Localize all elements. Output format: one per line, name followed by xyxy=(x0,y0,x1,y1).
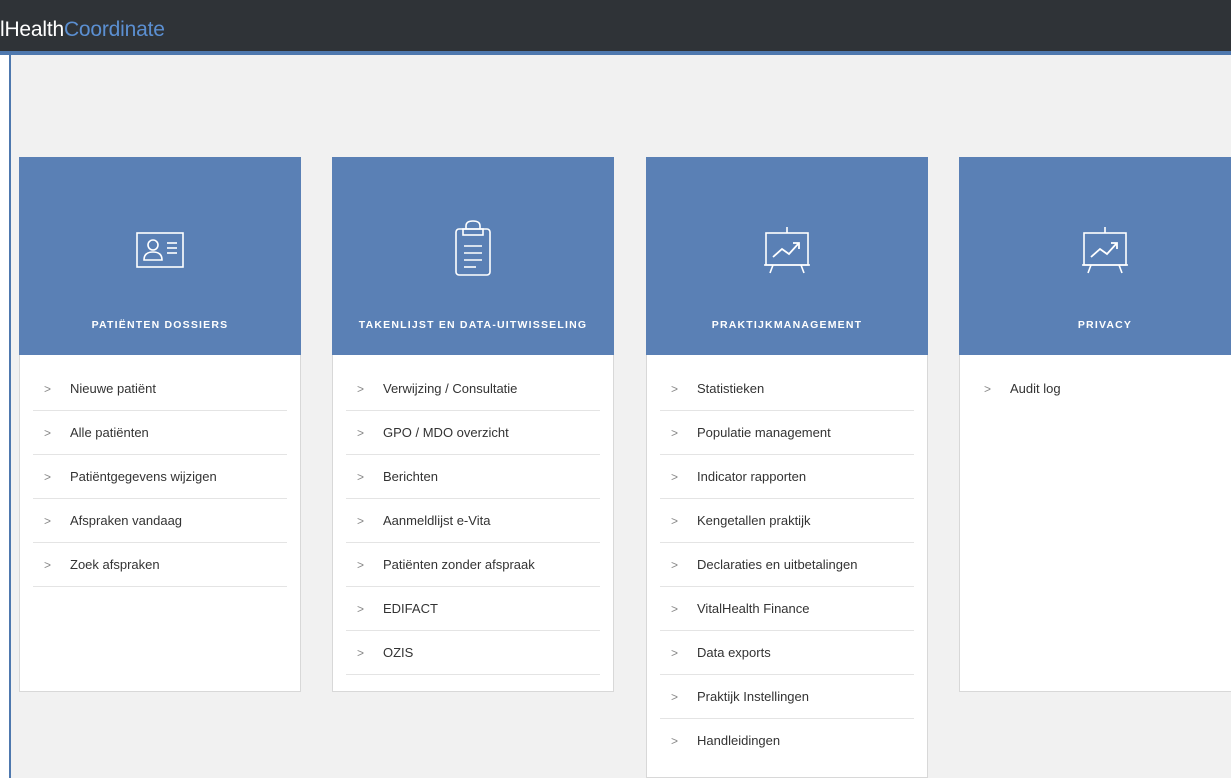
menu-item[interactable]: > OZIS xyxy=(346,631,600,675)
menu-list: > Verwijzing / Consultatie > GPO / MDO ove… xyxy=(333,355,613,675)
menu-item[interactable]: > EDIFACT xyxy=(346,587,600,631)
card-title: PRAKTIJKMANAGEMENT xyxy=(711,319,863,331)
menu-item-label: Alle patiënten xyxy=(70,425,149,440)
chevron-right-icon: > xyxy=(671,558,679,572)
menu-item-label: Declaraties en uitbetalingen xyxy=(697,557,858,572)
menu-item[interactable]: > Data exports xyxy=(660,631,914,675)
card-privacy: PRIVACY > Audit log xyxy=(959,157,1231,692)
menu-item-label: Aanmeldlijst e-Vita xyxy=(383,513,491,528)
card-header[interactable]: PRIVACY xyxy=(959,157,1231,355)
menu-item-label: Verwijzing / Consultatie xyxy=(383,381,518,396)
chevron-right-icon: > xyxy=(44,514,52,528)
menu-item-label: Kengetallen praktijk xyxy=(697,513,811,528)
menu-item-label: Patiënten zonder afspraak xyxy=(383,557,535,572)
menu-item-label: VitalHealth Finance xyxy=(697,601,810,616)
menu-list: > Audit log xyxy=(960,355,1231,410)
clipboard-icon xyxy=(455,220,491,276)
card-header[interactable]: PATIËNTEN DOSSIERS xyxy=(19,157,301,355)
card-title: TAKENLIJST EN DATA-UITWISSELING xyxy=(358,319,588,331)
menu-item-label: Praktijk Instellingen xyxy=(697,689,809,704)
menu-item[interactable]: > Declaraties en uitbetalingen xyxy=(660,543,914,587)
menu-item[interactable]: > Indicator rapporten xyxy=(660,455,914,499)
card-patienten-dossiers: PATIËNTEN DOSSIERS > Nieuwe patiënt > Alle… xyxy=(19,157,301,692)
menu-item-label: Patiëntgegevens wijzigen xyxy=(70,469,217,484)
menu-item[interactable]: > Alle patiënten xyxy=(33,411,287,455)
menu-item[interactable]: > Handleidingen xyxy=(660,719,914,762)
patient-id-card-icon xyxy=(136,232,184,268)
chevron-right-icon: > xyxy=(357,602,365,616)
chevron-right-icon: > xyxy=(44,426,52,440)
chevron-right-icon: > xyxy=(671,470,679,484)
menu-item-label: Statistieken xyxy=(697,381,765,396)
menu-item-label: Audit log xyxy=(1010,381,1061,396)
chevron-right-icon: > xyxy=(44,470,52,484)
menu-item[interactable]: > GPO / MDO overzicht xyxy=(346,411,600,455)
card-header[interactable]: TAKENLIJST EN DATA-UITWISSELING xyxy=(332,157,614,355)
card-praktijkmanagement: PRAKTIJKMANAGEMENT > Statistieken > Popula… xyxy=(646,157,928,778)
top-bar: lHealthCoordinate xyxy=(0,0,1231,55)
brand-name-part1: lHealth xyxy=(0,18,64,41)
menu-list: > Nieuwe patiënt > Alle patiënten > Patiënt… xyxy=(20,355,300,587)
menu-item[interactable]: > Patiënten zonder afspraak xyxy=(346,543,600,587)
chevron-right-icon: > xyxy=(671,690,679,704)
chevron-right-icon: > xyxy=(671,514,679,528)
menu-item-label: GPO / MDO overzicht xyxy=(383,425,509,440)
card-title: PATIËNTEN DOSSIERS xyxy=(91,319,229,331)
menu-item-label: Populatie management xyxy=(697,425,831,440)
chevron-right-icon: > xyxy=(44,382,52,396)
menu-item[interactable]: > Verwijzing / Consultatie xyxy=(346,367,600,411)
menu-item[interactable]: > Patiëntgegevens wijzigen xyxy=(33,455,287,499)
chevron-right-icon: > xyxy=(44,558,52,572)
chevron-right-icon: > xyxy=(357,382,365,396)
chevron-right-icon: > xyxy=(357,470,365,484)
menu-item-label: Afspraken vandaag xyxy=(70,513,183,528)
chevron-right-icon: > xyxy=(984,382,992,396)
frame-border xyxy=(9,55,11,778)
menu-item[interactable]: > Berichten xyxy=(346,455,600,499)
menu-item[interactable]: > Nieuwe patiënt xyxy=(33,367,287,411)
chevron-right-icon: > xyxy=(671,602,679,616)
menu-item[interactable]: > Afspraken vandaag xyxy=(33,499,287,543)
menu-item[interactable]: > Kengetallen praktijk xyxy=(660,499,914,543)
brand-name-part2: Coordinate xyxy=(63,18,165,41)
menu-item-label: Berichten xyxy=(383,469,438,484)
chevron-right-icon: > xyxy=(357,514,365,528)
menu-item[interactable]: > Praktijk Instellingen xyxy=(660,675,914,719)
menu-list: > Statistieken > Populatie management > Ind… xyxy=(647,355,927,762)
menu-item-label: Data exports xyxy=(697,645,771,660)
chevron-right-icon: > xyxy=(357,558,365,572)
menu-item[interactable]: > Audit log xyxy=(973,367,1218,410)
menu-item[interactable]: > Statistieken xyxy=(660,367,914,411)
menu-item[interactable]: > Aanmeldlijst e-Vita xyxy=(346,499,600,543)
presentation-chart-icon xyxy=(764,227,810,274)
chevron-right-icon: > xyxy=(671,382,679,396)
app-brand[interactable]: lHealthCoordinate xyxy=(0,18,165,42)
menu-item-label: EDIFACT xyxy=(383,601,438,616)
card-takenlijst-data-uitwisseling: TAKENLIJST EN DATA-UITWISSELING > Verwijz… xyxy=(332,157,614,692)
menu-item-label: OZIS xyxy=(383,645,414,660)
chevron-right-icon: > xyxy=(357,646,365,660)
menu-item-label: Zoek afspraken xyxy=(70,557,160,572)
card-header[interactable]: PRAKTIJKMANAGEMENT xyxy=(646,157,928,355)
card-title: PRIVACY xyxy=(1077,319,1133,331)
menu-item-label: Handleidingen xyxy=(697,733,781,748)
menu-item-label: Nieuwe patiënt xyxy=(70,381,156,396)
chevron-right-icon: > xyxy=(357,426,365,440)
menu-item-label: Indicator rapporten xyxy=(697,469,807,484)
menu-item[interactable]: > VitalHealth Finance xyxy=(660,587,914,631)
presentation-chart-icon xyxy=(1082,227,1128,274)
chevron-right-icon: > xyxy=(671,646,679,660)
chevron-right-icon: > xyxy=(671,426,679,440)
menu-item[interactable]: > Populatie management xyxy=(660,411,914,455)
menu-item[interactable]: > Zoek afspraken xyxy=(33,543,287,587)
chevron-right-icon: > xyxy=(671,734,679,748)
